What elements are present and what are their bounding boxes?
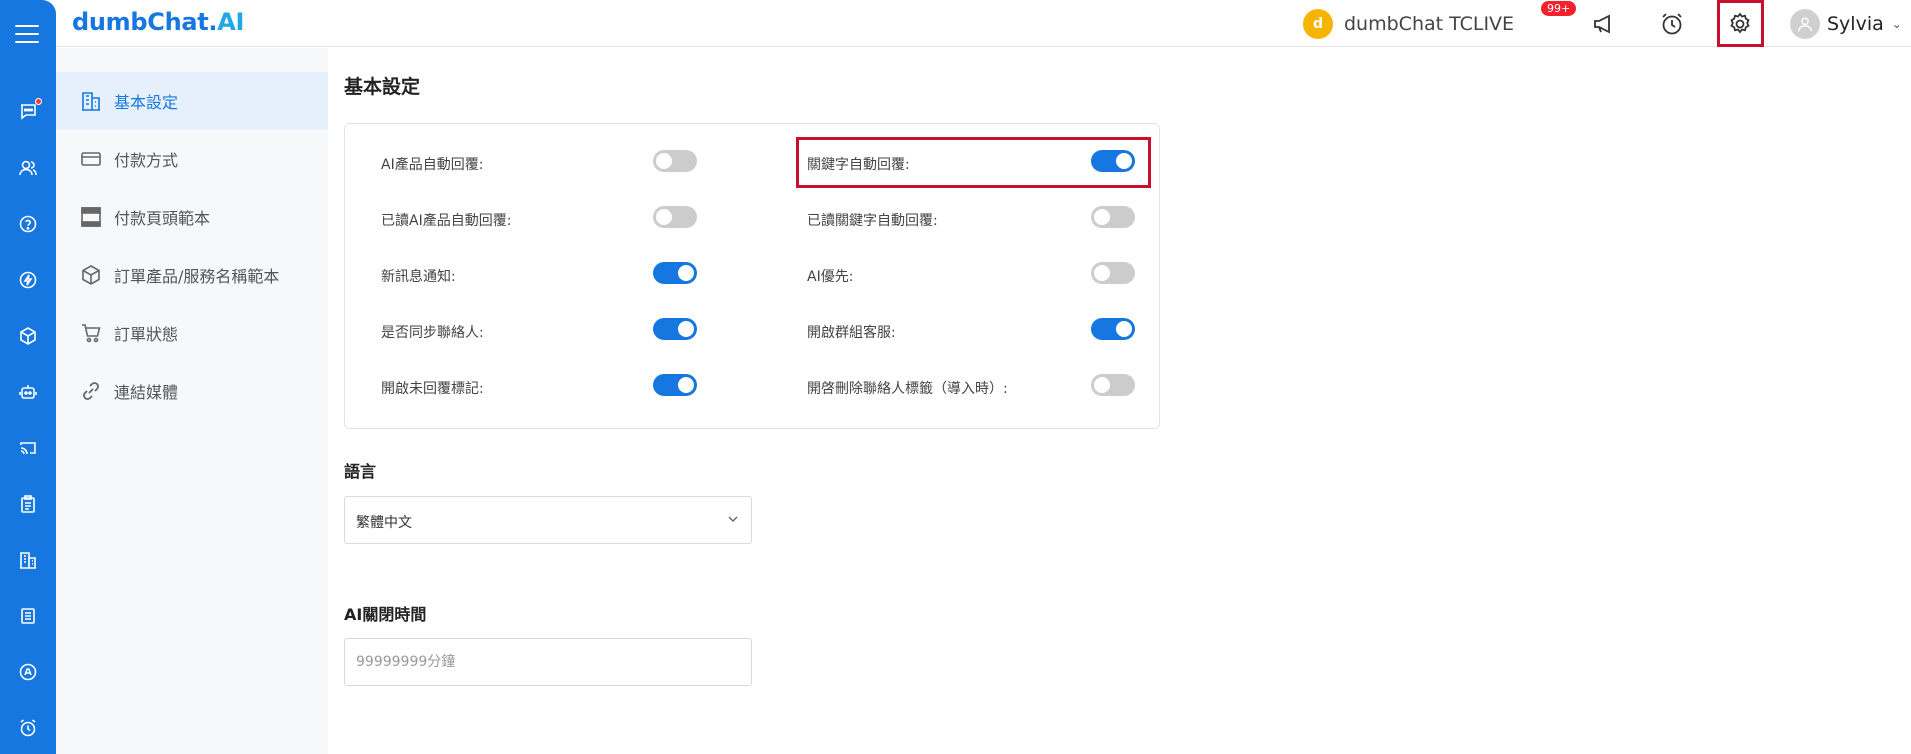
page-header-icon [80,206,102,228]
workspace-name: dumbChat TCLIVE [1344,13,1515,35]
user-name: Sylvia [1827,13,1884,35]
language-value: 繁體中文 [356,515,412,531]
alarm-icon[interactable] [18,718,38,738]
notification-badge: 99+ [1541,1,1577,16]
setting-label: AI優先: [807,269,854,285]
building-icon [80,90,102,112]
user-menu[interactable]: Sylvia ⌄ [1790,9,1902,39]
toggle-read-ai-product-auto-reply[interactable] [653,206,697,228]
setting-label: 開啟未回覆標記: [381,381,484,397]
sidebar-item-label: 付款方式 [114,151,179,170]
robot-icon[interactable] [18,382,38,402]
setting-label: 新訊息通知: [381,269,456,285]
sidebar-item-payment-header-template[interactable]: 付款頁頭範本 [56,188,328,246]
menu-icon[interactable] [15,25,39,45]
toggle-new-message-notification[interactable] [653,262,697,284]
ai-icon[interactable] [18,662,38,682]
ai-off-time-input[interactable] [344,638,752,686]
sidebar-item-label: 訂單產品/服務名稱範本 [114,267,280,286]
icon-rail [0,0,56,754]
chat-icon[interactable] [18,98,42,121]
package-icon[interactable] [18,326,38,346]
flash-icon[interactable] [18,270,38,290]
sidebar-item-label: 付款頁頭範本 [114,209,211,228]
setting-label: 開啓刪除聯絡人標籤（導入時）: [807,381,1008,397]
language-label: 語言 [344,462,377,481]
logo-ai-text: AI [217,8,245,36]
workspace-avatar: d [1303,9,1333,39]
sidebar-item-product-name-template[interactable]: 訂單產品/服務名稱範本 [56,246,328,304]
box-icon [80,264,102,286]
sidebar-item-link-media[interactable]: 連結媒體 [56,362,328,420]
sidebar-item-label: 訂單狀態 [114,325,179,344]
top-header: dumbChat.AI [56,0,1911,47]
language-select[interactable]: 繁體中文 [344,496,752,544]
toggle-ai-product-auto-reply[interactable] [653,150,697,172]
credit-card-icon [80,148,102,170]
contacts-icon[interactable] [18,158,38,178]
toggle-sync-contacts[interactable] [653,318,697,340]
toggle-unreplied-mark[interactable] [653,374,697,396]
page-title: 基本設定 [344,76,421,98]
alert-dot [35,98,42,105]
toggle-delete-contact-tags[interactable] [1091,374,1135,396]
sidebar-item-label: 連結媒體 [114,383,179,402]
chevron-down-icon: ⌄ [1891,17,1902,31]
workspace-switcher[interactable]: d dumbChat TCLIVE [1303,9,1514,39]
link-icon [80,380,102,402]
sidebar-item-payment-method[interactable]: 付款方式 [56,130,328,188]
logo-text: dumbChat. [72,8,218,36]
setting-label: 關鍵字自動回覆: [807,157,910,173]
setting-label: 已讀關鍵字自動回覆: [807,213,938,229]
gear-icon[interactable] [1727,11,1753,37]
sidebar-item-label: 基本設定 [114,93,179,112]
help-icon[interactable] [18,214,38,234]
app-logo[interactable]: dumbChat.AI [72,8,244,36]
setting-label: 是否同步聯絡人: [381,325,484,341]
sidebar-item-order-status[interactable]: 訂單狀態 [56,304,328,362]
setting-label: 已讀AI產品自動回覆: [381,213,512,229]
megaphone-icon[interactable] [1591,11,1617,37]
chevron-down-icon [728,516,738,522]
ai-off-time-label: AI關閉時間 [344,605,427,624]
settings-sidebar: 基本設定 付款方式 付款頁頭範本 訂單產品/服務名稱範本 訂單狀態 連結媒體 [56,48,328,754]
cast-icon[interactable] [18,438,38,458]
toggle-keyword-auto-reply[interactable] [1091,150,1135,172]
alarm-clock-icon[interactable] [1659,11,1685,37]
toggle-ai-priority[interactable] [1091,262,1135,284]
setting-label: 開啟群組客服: [807,325,896,341]
sidebar-item-basic-settings[interactable]: 基本設定 [56,72,328,130]
setting-label: AI產品自動回覆: [381,157,484,173]
clipboard-icon[interactable] [18,494,38,514]
building-icon[interactable] [18,550,38,570]
toggle-read-keyword-auto-reply[interactable] [1091,206,1135,228]
avatar [1790,9,1820,39]
cart-icon [80,322,102,344]
toggle-group-customer-service[interactable] [1091,318,1135,340]
document-icon[interactable] [18,606,38,626]
